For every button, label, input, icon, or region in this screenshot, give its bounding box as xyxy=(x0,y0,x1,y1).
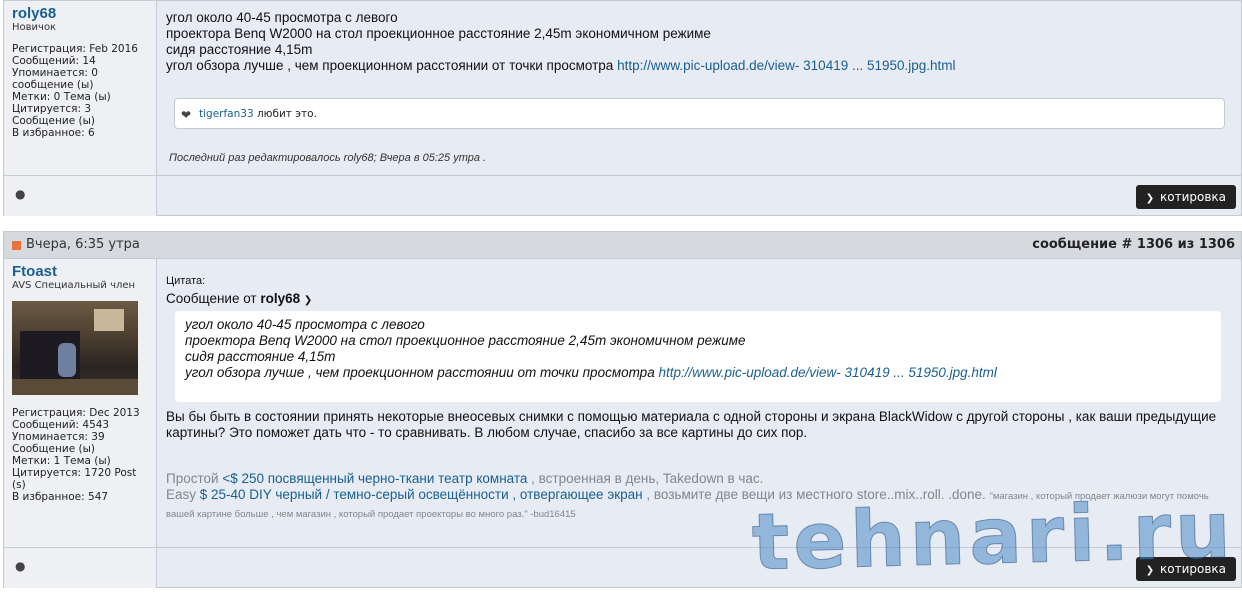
new-post-icon xyxy=(12,241,21,250)
post-line: угол около 40-45 просмотра с левого xyxy=(166,10,398,25)
stat-line: Регистрация: Dec 2013 xyxy=(12,407,140,419)
post-number-link[interactable]: сообщение # 1306 из 1306 xyxy=(1032,237,1235,252)
post-content: угол около 40-45 просмотра с левого прое… xyxy=(166,10,1233,74)
quote-author-link[interactable]: roly68 xyxy=(260,291,300,306)
avatar[interactable] xyxy=(12,301,138,395)
edited-note: Последний раз редактировалось roly68; Вч… xyxy=(169,152,487,164)
image-link[interactable]: http://www.pic-upload.de/view- 310419 ..… xyxy=(617,58,955,73)
post-line: проектора Benq W2000 на стол проекционно… xyxy=(166,26,711,41)
stat-line: Сообщений: 14 xyxy=(12,55,96,67)
like-text: tigerfan33 любит это. xyxy=(199,108,317,120)
stat-line: Сообщений: 4543 xyxy=(12,419,110,431)
post-header: Вчера, 6:35 утра сообщение # 1306 из 130… xyxy=(4,232,1241,259)
online-status-icon: ● xyxy=(15,187,26,201)
avatar-floor xyxy=(12,379,138,395)
quote-button-label: котировка xyxy=(1159,190,1226,204)
stat-line: (s) xyxy=(12,479,26,491)
user-info-panel: Ftoast AVS Специальный член Регистрация:… xyxy=(4,259,157,547)
post-date: Вчера, 6:35 утра xyxy=(26,237,140,252)
stat-line: сообщение (ы) xyxy=(12,79,94,91)
footer-user-column xyxy=(4,176,157,216)
like-user-link[interactable]: tigerfan33 xyxy=(199,108,254,120)
user-title: AVS Специальный член xyxy=(12,280,136,291)
quote-line-text: угол обзора лучше , чем проекционном рас… xyxy=(185,365,659,380)
sig-prefix: Простой xyxy=(166,471,223,486)
sig-suffix: , встроенная в день, Takedown в час. xyxy=(527,471,764,486)
view-post-icon[interactable]: ❯ xyxy=(304,295,312,306)
post-roly68: roly68 Новичок Регистрация: Feb 2016 Соо… xyxy=(3,0,1242,216)
avatar-figure xyxy=(58,343,76,377)
stat-line: Упоминается: 0 xyxy=(12,67,98,79)
quote-button[interactable]: ❯ котировка xyxy=(1135,185,1236,209)
stat-line: В избранное: 547 xyxy=(12,491,109,503)
post-line-text: угол обзора лучше , чем проекционном рас… xyxy=(166,58,618,73)
like-box: ❤ tigerfan33 любит это. xyxy=(174,98,1225,129)
quote-label: Цитата: xyxy=(166,275,206,287)
stat-line: Метки: 1 Тема (ы) xyxy=(12,455,111,467)
stat-line: Регистрация: Feb 2016 xyxy=(12,43,138,55)
quote-arrow-icon: ❯ xyxy=(1145,193,1155,204)
post-footer: ● ❯ котировка xyxy=(4,175,1241,216)
stat-line: Сообщение (ы) xyxy=(12,115,95,127)
user-info-panel: roly68 Новичок Регистрация: Feb 2016 Соо… xyxy=(4,1,157,175)
post-line: угол обзора лучше , чем проекционном рас… xyxy=(166,58,1233,74)
footer-user-column xyxy=(4,548,157,588)
sig-link-screen[interactable]: $ 25-40 DIY черный / темно-серый освещён… xyxy=(200,487,643,502)
quote-box: угол около 40-45 просмотра с левого прое… xyxy=(175,311,1221,402)
post-content: Цитата: Сообщение от roly68 ❯ угол около… xyxy=(166,273,1233,520)
post-line: сидя расстояние 4,15m xyxy=(166,42,313,57)
site-watermark: tehnari.ru xyxy=(750,485,1236,589)
sig-prefix: Easy xyxy=(166,487,200,502)
stat-line: Сообщение (ы) xyxy=(12,443,95,455)
quote-attribution: Сообщение от roly68 ❯ xyxy=(166,291,1233,309)
quote-from-prefix: Сообщение от xyxy=(166,291,261,306)
stat-line: Упоминается: 39 xyxy=(12,431,105,443)
stat-line: В избранное: 6 xyxy=(12,127,95,139)
like-suffix: любит это. xyxy=(253,108,317,120)
quote-line: угол около 40-45 просмотра с левого xyxy=(185,317,425,332)
user-stats: Регистрация: Feb 2016 Сообщений: 14 Упом… xyxy=(12,43,148,139)
quote-line: проектора Benq W2000 на стол проекционно… xyxy=(185,333,746,348)
sig-link-theater[interactable]: <$ 250 посвященный черно-ткани театр ком… xyxy=(222,471,527,486)
reply-text: Вы бы быть в состоянии принять некоторые… xyxy=(166,409,1217,440)
stat-line: Цитируется: 1720 Post xyxy=(12,467,137,479)
quote-image-link[interactable]: http://www.pic-upload.de/view- 310419 ..… xyxy=(658,365,996,380)
user-stats: Регистрация: Dec 2013 Сообщений: 4543 Уп… xyxy=(12,407,148,503)
avatar-window xyxy=(94,309,124,331)
quote-line: сидя расстояние 4,15m xyxy=(185,349,336,364)
stat-line: Метки: 0 Тема (ы) xyxy=(12,91,111,103)
stat-line: Цитируется: 3 xyxy=(12,103,92,115)
username-link[interactable]: roly68 xyxy=(12,5,148,22)
username-link[interactable]: Ftoast xyxy=(12,263,148,280)
quote-line: угол обзора лучше , чем проекционном рас… xyxy=(185,365,1211,381)
heart-icon: ❤ xyxy=(181,108,192,122)
user-title: Новичок xyxy=(12,22,57,33)
signature-line: Простой <$ 250 посвященный черно-ткани т… xyxy=(166,471,1232,487)
online-status-icon: ● xyxy=(15,559,26,573)
